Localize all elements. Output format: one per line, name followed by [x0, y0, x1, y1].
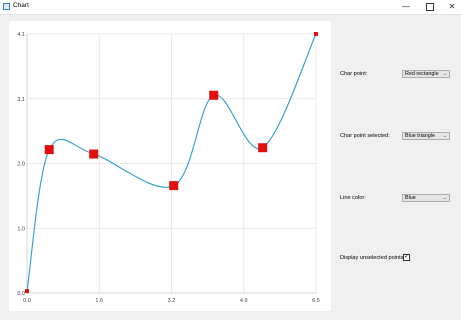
data-point-marker — [314, 32, 318, 36]
char-point-selected-combo[interactable]: Blue triangle ⌄ — [402, 132, 450, 140]
chevron-down-icon: ⌄ — [442, 133, 447, 139]
char-point-value: Red rectangle — [405, 71, 439, 77]
x-tick-label: 4.9 — [240, 298, 248, 304]
minimize-button[interactable]: — — [395, 0, 417, 14]
chart-view[interactable]: 0.0 1.6 3.2 4.9 6.5 0.0 1.0 2.0 3.1 4.1 — [9, 21, 331, 311]
y-tick-label: 0.0 — [17, 291, 25, 297]
x-tick-label: 0.0 — [23, 298, 31, 304]
data-point-marker — [258, 143, 268, 153]
settings-panel: Char point: Red rectangle ⌄ Char point s… — [340, 21, 458, 311]
line-color-label: Line color: — [340, 195, 366, 201]
x-tick-label: 3.2 — [168, 298, 176, 304]
data-point-marker — [169, 181, 179, 191]
x-tick-label: 6.5 — [312, 298, 320, 304]
close-button[interactable]: ✕ — [441, 0, 461, 14]
data-point-marker — [44, 145, 54, 155]
line-color-value: Blue — [405, 195, 416, 201]
y-tick-label: 4.1 — [17, 32, 25, 38]
app-icon — [3, 3, 10, 10]
line-chart: 0.0 1.6 3.2 4.9 6.5 0.0 1.0 2.0 3.1 4.1 — [17, 32, 320, 304]
x-tick-label: 1.6 — [95, 298, 103, 304]
title-bar: Chart — ✕ — [0, 0, 461, 15]
char-point-combo[interactable]: Red rectangle ⌄ — [402, 70, 450, 78]
y-tick-label: 3.1 — [17, 97, 25, 103]
maximize-icon — [426, 2, 434, 11]
data-point-marker — [25, 289, 29, 294]
char-point-selected-label: Char point selected: — [340, 133, 390, 139]
display-unselected-label: Display unselected points: — [340, 255, 405, 261]
maximize-button[interactable] — [419, 0, 441, 14]
y-tick-label: 1.0 — [17, 226, 25, 232]
char-point-label: Char point: — [340, 71, 368, 77]
char-point-selected-value: Blue triangle — [405, 133, 435, 139]
y-tick-label: 2.0 — [17, 162, 25, 168]
data-point-marker — [89, 149, 99, 159]
chevron-down-icon: ⌄ — [442, 71, 447, 77]
window-title: Chart — [13, 2, 29, 9]
chevron-down-icon: ⌄ — [442, 195, 447, 201]
display-unselected-checkbox[interactable]: ✓ — [403, 254, 410, 261]
line-color-combo[interactable]: Blue ⌄ — [402, 194, 450, 202]
data-point-marker — [209, 90, 219, 100]
